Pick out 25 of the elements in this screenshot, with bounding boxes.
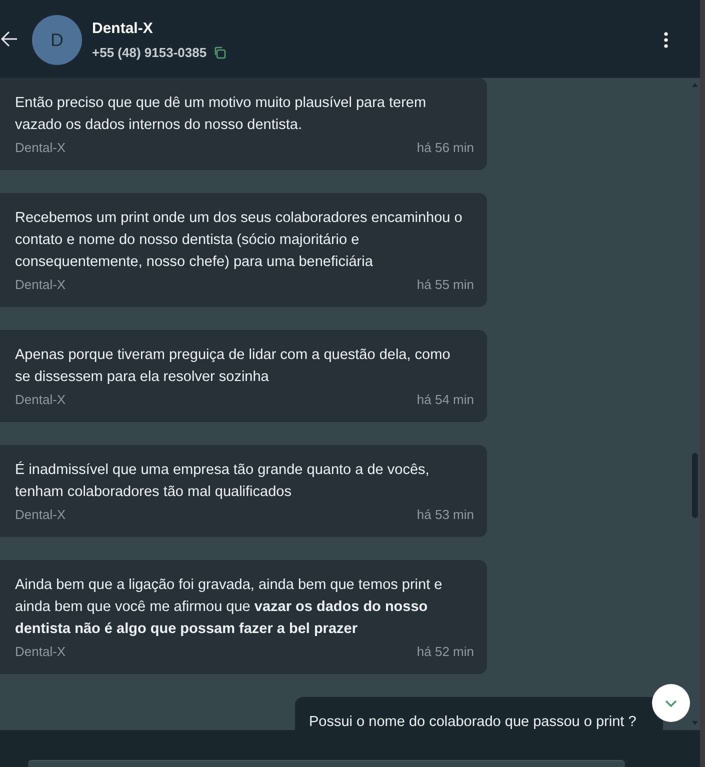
more-options-icon[interactable]	[663, 32, 669, 48]
copy-icon[interactable]	[212, 46, 226, 60]
phone-number: +55 (48) 9153-0385	[92, 44, 207, 62]
message-text: É inadmissível que uma empresa tão grande quanto a de vocês, tenham colaboradores tão mal qualificados	[15, 460, 430, 502]
message-time: há 54 min	[416, 391, 474, 409]
sender-name: Dental-X	[15, 506, 66, 524]
message-time: há 55 min	[416, 276, 474, 294]
sender-name: Dental-X	[15, 139, 66, 157]
message-text: Apenas porque tiveram preguiça de lidar com a questão dela, como se dissessem para ela resolver sozinha	[15, 346, 452, 387]
sender-name: Dental-X	[15, 643, 66, 661]
sender-name: Dental-X	[15, 276, 66, 294]
message-text: Possui o nome do colaborado que passou o print ?	[309, 713, 638, 730]
message-text: Ainda bem que a ligação foi gravada, ainda bem que temos print e ainda bem que você me afirmou que vazar os dados do nosso dentista não é algo que possam fazer a bel prazer	[15, 576, 444, 639]
contact-name: Dental-X	[92, 19, 153, 39]
back-arrow-icon[interactable]	[0, 30, 18, 48]
message-time: há 52 min	[416, 643, 474, 661]
message-text: Recebemos um print onde um dos seus colaboradores encaminhou o contato e nome do nosso dentista (sócio majoritário e consequentemente, nosso chefe) para uma beneficiária	[15, 209, 464, 272]
scrollbar-thumb[interactable]	[692, 453, 698, 518]
message-time: há 53 min	[416, 506, 474, 524]
avatar: D	[32, 15, 82, 65]
message-time: há 56 min	[416, 139, 474, 157]
sender-name: Dental-X	[15, 391, 66, 409]
scroll-to-bottom-button[interactable]	[652, 684, 690, 722]
chevron-down-icon	[665, 700, 677, 706]
message-text: Então preciso que que dê um motivo muito plausível para terem vazado os dados internos do nosso dentista.	[15, 94, 428, 135]
